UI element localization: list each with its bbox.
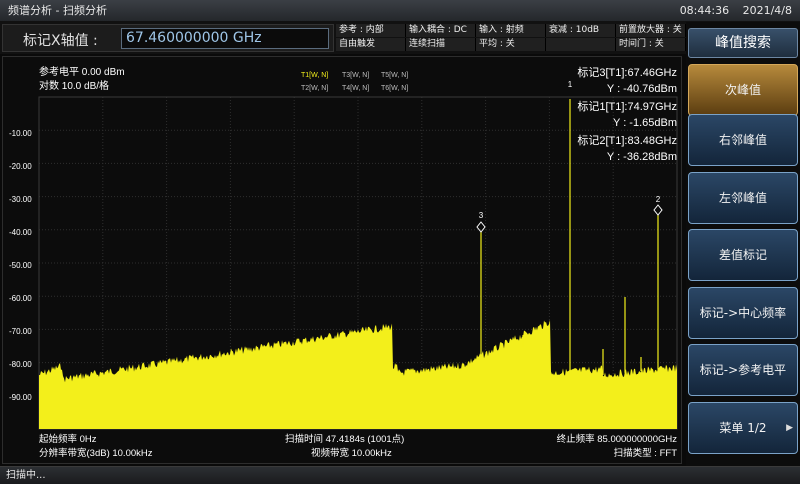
next-peak-left-button[interactable]: 左邻峰值: [688, 172, 798, 224]
menu-page-button[interactable]: 菜单 1/2 ▶: [688, 402, 798, 454]
marker3-freq: 标记3[T1]:67.46GHz: [577, 65, 677, 79]
marker1-level: Y : -1.65dBm: [613, 117, 677, 129]
y-tick: -30.00: [9, 195, 32, 204]
ref-level: 参考电平 0.00 dBm: [39, 65, 125, 78]
param-preamp[interactable]: 前置放大器 : 关: [616, 24, 686, 37]
param-input[interactable]: 输入 : 射频: [476, 24, 546, 37]
y-tick: -20.00: [9, 162, 32, 171]
next-peak-button[interactable]: 次峰值: [688, 64, 798, 116]
info-bar: 标记X轴值 : 67.460000000 GHz 参考 : 内部 输入耦合 : …: [0, 22, 800, 54]
y-tick: -90.00: [9, 393, 32, 402]
resolution-bandwidth[interactable]: 分辨率带宽(3dB) 10.00kHz: [39, 447, 153, 459]
param-input-coupling[interactable]: 输入耦合 : DC: [406, 24, 476, 37]
marker3-diamond[interactable]: [476, 221, 486, 233]
parameter-grid: 参考 : 内部 输入耦合 : DC 输入 : 射频 衰减 : 10dB 前置放大…: [336, 24, 686, 52]
clock-date: 2021/4/8: [742, 4, 792, 17]
param-sweep-mode[interactable]: 连续扫描: [406, 38, 476, 51]
video-bandwidth[interactable]: 视频带宽 10.00kHz: [311, 447, 392, 459]
spectrum-plot[interactable]: -10.00 -20.00 -30.00 -40.00 -50.00 -60.0…: [3, 57, 683, 465]
start-frequency[interactable]: 起始频率 0Hz: [39, 433, 97, 445]
param-attenuation[interactable]: 衰减 : 10dB: [546, 24, 616, 37]
marker-readouts: 标记3[T1]:67.46GHz Y : -40.76dBm 标记1[T1]:7…: [577, 65, 677, 163]
trace-label-t4[interactable]: T4[W, N]: [342, 85, 369, 92]
marker3-level: Y : -40.76dBm: [607, 83, 677, 95]
marker2-tag: 2: [656, 195, 661, 204]
window-title: 频谱分析 - 扫频分析: [8, 4, 107, 17]
y-tick: -70.00: [9, 327, 32, 336]
y-tick: -50.00: [9, 261, 32, 270]
trace-label-t2[interactable]: T2[W, N]: [301, 85, 328, 92]
trace-label-t3[interactable]: T3[W, N]: [342, 72, 369, 79]
plot-footer: 起始频率 0Hz 分辨率带宽(3dB) 10.00kHz 扫描时间 47.418…: [39, 433, 677, 459]
title-bar: 频谱分析 - 扫频分析 08:44:36 2021/4/8: [0, 0, 800, 22]
param-time-gate[interactable]: 时间门 : 关: [616, 38, 686, 51]
trace-list: T1[W, N] T3[W, N] T5[W, N] T2[W, N] T4[W…: [301, 72, 408, 92]
marker1-tag: 1: [568, 80, 573, 89]
y-tick: -40.00: [9, 228, 32, 237]
marker2-diamond[interactable]: [653, 204, 663, 216]
y-tick: -10.00: [9, 129, 32, 138]
trace-label-t6[interactable]: T6[W, N]: [381, 85, 408, 92]
scale-per-div: 对数 10.0 dB/格: [39, 79, 109, 92]
stop-frequency[interactable]: 终止频率 85.000000000GHz: [557, 433, 678, 445]
marker2-level: Y : -36.28dBm: [607, 151, 677, 163]
y-tick: -80.00: [9, 360, 32, 369]
param-reference[interactable]: 参考 : 内部: [336, 24, 406, 37]
sweep-type[interactable]: 扫描类型 : FFT: [614, 447, 678, 459]
menu-page-label: 菜单 1/2: [719, 421, 767, 435]
clock-time: 08:44:36: [679, 4, 730, 17]
trace-label-t1[interactable]: T1[W, N]: [301, 72, 328, 79]
marker3-tag: 3: [479, 211, 484, 220]
param-average[interactable]: 平均 : 关: [476, 38, 546, 51]
param-trigger[interactable]: 自由触发: [336, 38, 406, 51]
marker-x-panel: 标记X轴值 : 67.460000000 GHz: [2, 24, 334, 52]
trace-label-t5[interactable]: T5[W, N]: [381, 72, 408, 79]
softkey-menu-title: 峰值搜索: [688, 28, 798, 58]
delta-marker-button[interactable]: 差值标记: [688, 229, 798, 281]
chevron-right-icon: ▶: [786, 423, 793, 433]
marker-x-input[interactable]: 67.460000000 GHz: [121, 28, 329, 49]
trace-fill: [39, 319, 677, 429]
marker1-freq: 标记1[T1]:74.97GHz: [577, 99, 677, 113]
next-peak-right-button[interactable]: 右邻峰值: [688, 114, 798, 166]
y-axis-labels: -10.00 -20.00 -30.00 -40.00 -50.00 -60.0…: [9, 129, 32, 402]
softkey-panel: 峰值搜索 次峰值 右邻峰值 左邻峰值 差值标记 标记->中心频率 标记->参考电…: [686, 22, 800, 466]
clock: 08:44:36 2021/4/8: [680, 0, 792, 22]
spectrum-display: -10.00 -20.00 -30.00 -40.00 -50.00 -60.0…: [2, 56, 682, 464]
marker-to-ref-level-button[interactable]: 标记->参考电平: [688, 344, 798, 396]
status-bar: 扫描中...: [0, 466, 800, 484]
marker-x-label: 标记X轴值 :: [23, 33, 98, 49]
y-tick: -60.00: [9, 294, 32, 303]
sweep-time[interactable]: 扫描时间 47.4184s (1001点): [285, 433, 404, 445]
param-empty: [546, 38, 616, 51]
marker-to-center-button[interactable]: 标记->中心频率: [688, 287, 798, 339]
marker2-freq: 标记2[T1]:83.48GHz: [577, 133, 677, 147]
